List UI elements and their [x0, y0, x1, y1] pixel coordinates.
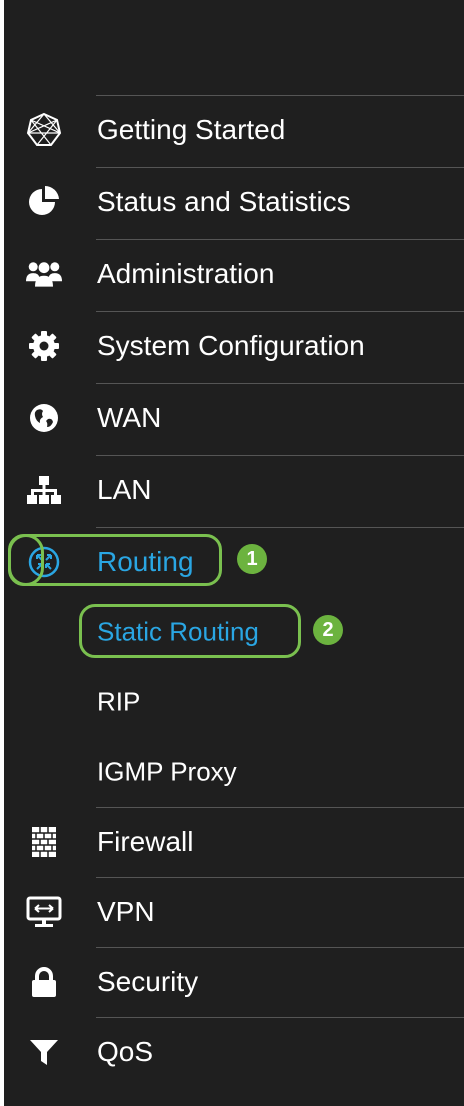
pie-chart-icon: [26, 184, 62, 220]
menu-item-label: QoS: [97, 1036, 154, 1067]
globe-icon: [26, 400, 62, 436]
routing-highlight: [8, 534, 222, 586]
step-badge-2: 2: [313, 615, 343, 645]
menu-item-qos[interactable]: QoS: [4, 1017, 464, 1087]
menu-item-label: Security: [97, 966, 199, 997]
gear-icon: [26, 328, 62, 364]
menu-item-wan[interactable]: WAN: [4, 383, 464, 453]
getting-started-icon: [26, 112, 62, 148]
submenu-item-igmp-proxy[interactable]: IGMP Proxy: [4, 737, 464, 807]
step-badge-1: 1: [237, 544, 267, 574]
menu-item-label: Getting Started: [97, 114, 286, 145]
filter-icon: [26, 1034, 62, 1070]
firewall-icon: [26, 824, 62, 860]
menu-item-label: System Configuration: [97, 330, 365, 361]
menu-item-label: LAN: [97, 474, 152, 505]
menu-item-label: RIP: [97, 686, 141, 717]
menu-divider: [96, 1017, 464, 1018]
menu-item-label: IGMP Proxy: [97, 756, 237, 787]
submenu-item-rip[interactable]: RIP: [4, 667, 464, 737]
menu-item-label: WAN: [97, 402, 162, 433]
sidebar-menu: Getting Started Status and Statistics Ad…: [4, 0, 464, 1106]
menu-divider: [96, 877, 464, 878]
menu-divider: [96, 383, 464, 384]
menu-item-security[interactable]: Security: [4, 947, 464, 1017]
menu-item-status-and-statistics[interactable]: Status and Statistics: [4, 167, 464, 237]
static-routing-highlight: [79, 604, 301, 658]
menu-item-label: Administration: [97, 258, 275, 289]
network-icon: [26, 472, 62, 508]
menu-divider: [96, 167, 464, 168]
menu-item-getting-started[interactable]: Getting Started: [4, 95, 464, 165]
menu-divider: [96, 947, 464, 948]
menu-divider: [96, 239, 464, 240]
menu-item-label: Status and Statistics: [97, 186, 351, 217]
menu-divider: [96, 807, 464, 808]
menu-item-vpn[interactable]: VPN: [4, 877, 464, 947]
menu-item-label: VPN: [97, 896, 155, 927]
menu-item-lan[interactable]: LAN: [4, 455, 464, 525]
menu-divider: [96, 311, 464, 312]
menu-item-label: Firewall: [97, 826, 194, 857]
lock-icon: [26, 964, 62, 1000]
menu-divider: [96, 95, 464, 96]
menu-item-firewall[interactable]: Firewall: [4, 807, 464, 877]
menu-item-system-configuration[interactable]: System Configuration: [4, 311, 464, 381]
menu-divider: [96, 455, 464, 456]
vpn-icon: [26, 894, 62, 930]
menu-item-administration[interactable]: Administration: [4, 239, 464, 309]
users-icon: [26, 256, 62, 292]
menu-divider: [96, 527, 464, 528]
